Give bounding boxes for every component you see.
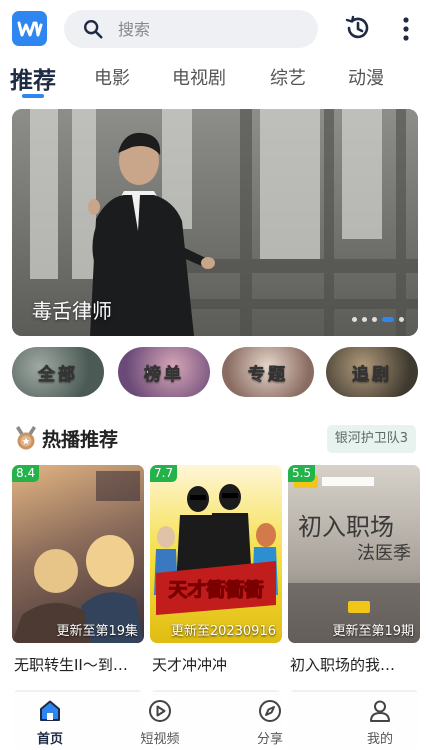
score-badge: 5.5 — [288, 465, 316, 482]
carousel-dot-active — [382, 317, 394, 322]
video-title[interactable]: 初入职场的我… — [290, 654, 422, 675]
banner-title: 毒舌律师 — [32, 299, 112, 323]
category-all-label: 全部 — [38, 364, 78, 385]
svg-text:天才衝衝衝: 天才衝衝衝 — [168, 578, 263, 601]
tab-recommend[interactable]: 推荐 — [10, 61, 56, 95]
nav-share-label: 分享 — [256, 732, 283, 747]
more-vertical-icon[interactable] — [396, 15, 416, 43]
carousel-dot — [352, 317, 357, 322]
category-tabs: 推荐 电影 电视剧 综艺 动漫 — [0, 58, 430, 100]
category-topics-label: 专题 — [248, 364, 288, 385]
video-card[interactable]: 初入职场 法医季 5.5 更新至第19期 — [288, 465, 420, 643]
logo-icon — [17, 21, 42, 36]
score-badge: 8.4 — [12, 465, 40, 482]
video-title[interactable]: 天才冲冲冲 — [152, 654, 284, 675]
tab-variety[interactable]: 综艺 — [270, 64, 306, 90]
tab-anime[interactable]: 动漫 — [348, 64, 384, 90]
nav-home-label: 首页 — [36, 732, 63, 747]
category-rankings-button[interactable]: 榜单 — [118, 347, 210, 397]
search-input[interactable] — [118, 10, 308, 48]
hot-section-title: 热播推荐 — [42, 429, 119, 451]
carousel-dot — [362, 317, 367, 322]
app-logo[interactable] — [12, 11, 47, 46]
compass-icon — [259, 700, 281, 722]
medal-icon — [16, 426, 36, 450]
hot-section-header: 热播推荐 银河护卫队3 — [14, 423, 416, 453]
carousel-dot — [399, 317, 404, 322]
home-icon — [40, 700, 60, 721]
video-card[interactable]: 8.4 更新至第19集 — [12, 465, 144, 643]
category-follow-button[interactable]: 追剧 — [326, 347, 418, 397]
carousel-dot — [372, 317, 377, 322]
nav-profile[interactable]: 我的 — [340, 698, 420, 747]
tab-tv-series[interactable]: 电视剧 — [172, 64, 226, 90]
banner-carousel[interactable]: 毒舌律师 — [12, 109, 418, 336]
svg-text:法医季: 法医季 — [357, 543, 411, 564]
search-bar[interactable] — [64, 10, 318, 48]
update-status: 更新至第19集 — [56, 624, 138, 639]
bottom-navigation: 首页 短视频 分享 我的 — [0, 692, 430, 750]
poster-image — [12, 471, 144, 643]
user-icon — [370, 700, 390, 722]
nav-short-video[interactable]: 短视频 — [120, 698, 200, 747]
top-bar — [0, 0, 430, 58]
search-icon — [84, 20, 103, 39]
active-tab-indicator — [22, 94, 44, 98]
poster-image: 初入职场 法医季 — [288, 475, 420, 643]
nav-share[interactable]: 分享 — [230, 698, 310, 747]
tab-movies[interactable]: 电影 — [94, 64, 130, 90]
carousel-indicator — [352, 317, 404, 322]
score-badge: 7.7 — [150, 465, 178, 482]
category-topics-button[interactable]: 专题 — [222, 347, 314, 397]
nav-profile-label: 我的 — [366, 732, 393, 747]
category-rankings-label: 榜单 — [144, 364, 184, 385]
update-status: 更新至第19期 — [332, 624, 414, 639]
category-follow-label: 追剧 — [352, 364, 392, 385]
video-title[interactable]: 无职转生II～到… — [14, 654, 146, 675]
nav-short-video-label: 短视频 — [140, 732, 180, 747]
update-status: 更新至20230916 — [170, 624, 276, 639]
nav-home[interactable]: 首页 — [10, 698, 90, 747]
hot-section-tag[interactable]: 银河护卫队3 — [326, 425, 416, 453]
category-all-button[interactable]: 全部 — [12, 347, 104, 397]
history-icon[interactable] — [344, 14, 372, 42]
play-circle-icon — [149, 700, 171, 722]
svg-text:初入职场: 初入职场 — [298, 513, 394, 541]
video-card[interactable]: 天才衝衝衝 7.7 更新至20230916 — [150, 465, 282, 643]
poster-image: 天才衝衝衝 — [154, 484, 278, 615]
